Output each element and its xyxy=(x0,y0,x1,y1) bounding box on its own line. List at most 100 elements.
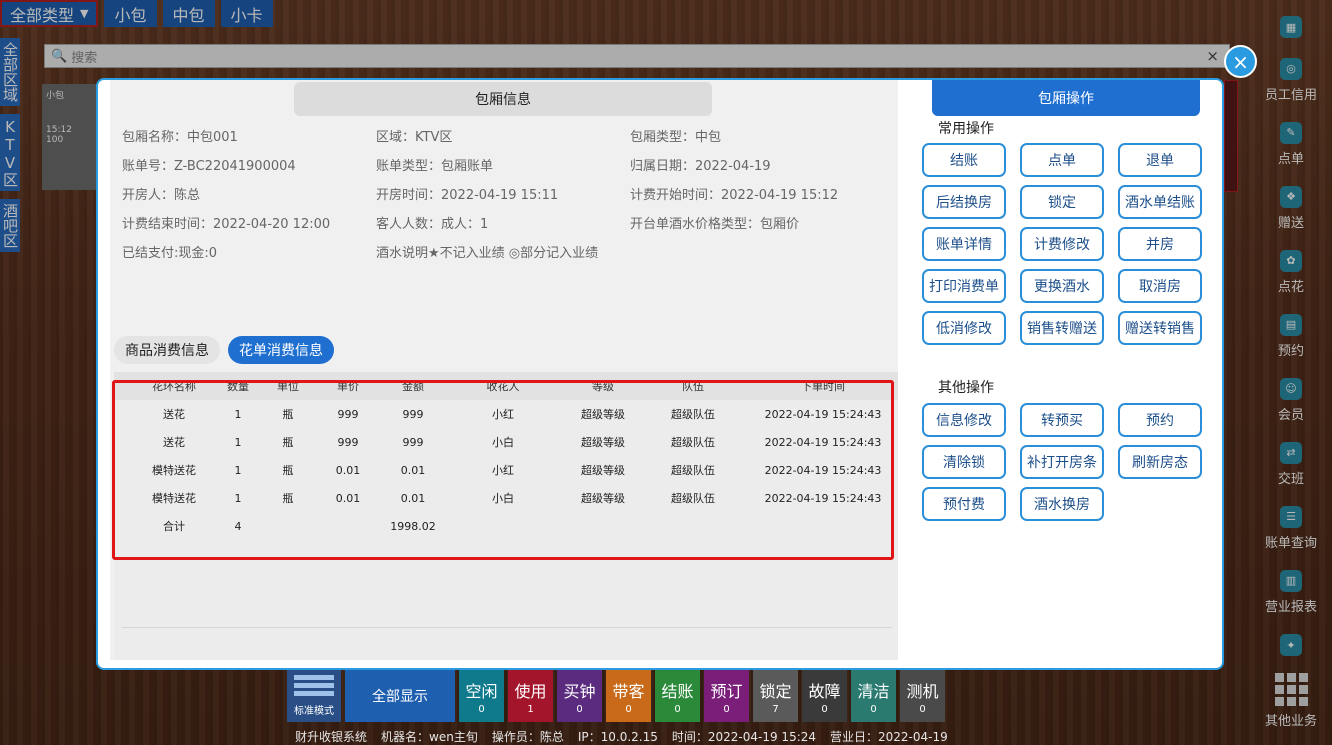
status-count: 0 xyxy=(478,703,485,715)
op-button-other-4[interactable]: 补打开房条 xyxy=(1020,445,1104,479)
room-operations-title: 包厢操作 xyxy=(932,80,1200,116)
table-total-row: 合计 4 1998.02 xyxy=(114,512,898,540)
tab-goods-consumption[interactable]: 商品消费信息 xyxy=(114,336,220,364)
status-filter-button[interactable]: 预订 0 xyxy=(704,670,749,722)
op-button-common-6[interactable]: 账单详情 xyxy=(922,227,1006,261)
room-type-select-label: 全部类型 xyxy=(10,5,75,25)
op-button-common-4[interactable]: 锁定 xyxy=(1020,185,1104,219)
status-filter-button[interactable]: 测机 0 xyxy=(900,670,945,722)
sidebar-item-staff-credit[interactable]: ◎ 员工信用 xyxy=(1250,48,1332,112)
status-buttons: 空闲 0 使用 1 买钟 0 带客 0 结账 0 预订 0 锁定 7 故障 0 清洁 0 测机 0 xyxy=(459,670,945,722)
sidebar-item-gift[interactable]: ❖ 赠送 xyxy=(1250,176,1332,240)
op-button-common-0[interactable]: 结账 xyxy=(922,143,1006,177)
room-card-partial[interactable] xyxy=(1224,80,1238,192)
area-tab-all[interactable]: 全部区域 xyxy=(0,38,20,106)
footer-status: 财升收银系统 机器名：wen主旬 操作员：陈总 IP：10.0.2.15 时间：… xyxy=(295,728,948,745)
op-button-other-7[interactable]: 酒水换房 xyxy=(1020,487,1104,521)
status-label: 预订 xyxy=(710,681,743,701)
status-filter-button[interactable]: 空闲 0 xyxy=(459,670,504,722)
paid-amount: 已结支付:现金:0 xyxy=(122,246,218,261)
search-input[interactable]: 🔍 搜索 × xyxy=(44,44,1230,68)
op-button-common-8[interactable]: 并房 xyxy=(1118,227,1202,261)
table-cell: 瓶 xyxy=(282,492,294,505)
room-card[interactable]: 小包 15:12 100 xyxy=(42,84,98,190)
status-filter-button[interactable]: 清洁 0 xyxy=(851,670,896,722)
status-filter-button[interactable]: 锁定 7 xyxy=(753,670,798,722)
sidebar-item-label: 营业报表 xyxy=(1264,599,1317,615)
table-cell: 超级队伍 xyxy=(671,408,715,421)
status-filter-button[interactable]: 故障 0 xyxy=(802,670,847,722)
room-type-select[interactable]: 全部类型 ▼ xyxy=(0,0,99,27)
tab-flower-consumption[interactable]: 花单消费信息 xyxy=(228,336,334,364)
op-button-other-5[interactable]: 刷新房态 xyxy=(1118,445,1202,479)
room-type-card-button[interactable]: 小卡 xyxy=(220,0,273,27)
status-label: 锁定 xyxy=(759,681,792,701)
op-button-common-7[interactable]: 计费修改 xyxy=(1020,227,1104,261)
op-button-common-11[interactable]: 取消房 xyxy=(1118,269,1202,303)
sidebar-item-other[interactable]: 其他业务 xyxy=(1250,666,1332,736)
op-button-other-6[interactable]: 预付费 xyxy=(922,487,1006,521)
bill-type: 账单类型：包厢账单 xyxy=(376,159,494,174)
op-button-common-1[interactable]: 点单 xyxy=(1020,143,1104,177)
sidebar-item-member[interactable]: ☺ 会员 xyxy=(1250,368,1332,432)
bill-number: 账单号：Z-BC22041900004 xyxy=(122,159,296,174)
total-amount: 1998.02 xyxy=(390,519,436,533)
table-row[interactable]: 送花 1 瓶 999 999 小白 超级等级 超级队伍 2022-04-19 15:24:43 xyxy=(114,428,898,456)
common-operations-label: 常用操作 xyxy=(938,121,994,137)
open-time: 开房时间：2022-04-19 15:11 xyxy=(376,188,559,203)
search-placeholder: 搜索 xyxy=(71,50,98,66)
sidebar-item-shift[interactable]: ⇄ 交班 xyxy=(1250,432,1332,496)
table-cell: 小白 xyxy=(492,436,514,449)
op-button-other-1[interactable]: 转预买 xyxy=(1020,403,1104,437)
table-cell: 2022-04-19 15:24:43 xyxy=(764,463,882,477)
standard-mode-button[interactable]: 标准模式 xyxy=(287,670,341,722)
room-info-panel: 包厢信息 包厢名称：中包001 区域：KTV区 包厢类型：中包 账单号：Z-BC… xyxy=(110,80,898,660)
op-button-common-14[interactable]: 赠送转销售 xyxy=(1118,311,1202,345)
status-filter-button[interactable]: 结账 0 xyxy=(655,670,700,722)
room-type-small-button[interactable]: 小包 xyxy=(104,0,157,27)
credit-icon: ◎ xyxy=(1280,57,1302,80)
area-tab-ktv[interactable]: KTV区 xyxy=(0,114,20,191)
list-icon xyxy=(294,675,334,699)
sidebar-item-flowers[interactable]: ✿ 点花 xyxy=(1250,240,1332,304)
clear-icon[interactable]: × xyxy=(1206,47,1219,65)
status-filter-button[interactable]: 买钟 0 xyxy=(557,670,602,722)
room-type-medium-button[interactable]: 中包 xyxy=(162,0,215,27)
sidebar-item-bill-query[interactable]: ☰ 账单查询 xyxy=(1250,496,1332,560)
mode-label: 标准模式 xyxy=(294,706,334,717)
table-row[interactable]: 模特送花 1 瓶 0.01 0.01 小红 超级等级 超级队伍 2022-04-19 15:24… xyxy=(114,456,898,484)
close-icon: × xyxy=(1232,49,1249,74)
status-label: 空闲 xyxy=(465,681,498,701)
show-all-button[interactable]: 全部显示 xyxy=(345,670,455,722)
room-type-filter-bar: 全部类型 ▼ 小包 中包 小卡 xyxy=(0,0,273,28)
table-cell: 0.01 xyxy=(335,463,361,477)
table-cell: 999 xyxy=(402,435,424,449)
status-filter-button[interactable]: 带客 0 xyxy=(606,670,651,722)
table-row[interactable]: 送花 1 瓶 999 999 小红 超级等级 超级队伍 2022-04-19 15:24:43 xyxy=(114,400,898,428)
op-button-other-3[interactable]: 清除锁 xyxy=(922,445,1006,479)
area-tab-bar[interactable]: 酒吧区 xyxy=(0,199,20,252)
sidebar-item-top[interactable]: ▦ xyxy=(1250,6,1332,48)
status-filter-button[interactable]: 使用 1 xyxy=(508,670,553,722)
table-cell: 999 xyxy=(337,435,359,449)
sidebar-item-reserve[interactable]: ▤ 预约 xyxy=(1250,304,1332,368)
sidebar-item-partial[interactable]: ✦ xyxy=(1250,624,1332,666)
op-button-common-9[interactable]: 打印消费单 xyxy=(922,269,1006,303)
table-cell: 瓶 xyxy=(282,436,294,449)
op-button-common-13[interactable]: 销售转赠送 xyxy=(1020,311,1104,345)
op-button-other-2[interactable]: 预约 xyxy=(1118,403,1202,437)
billing-start-time: 计费开始时间：2022-04-19 15:12 xyxy=(630,188,839,203)
op-button-common-5[interactable]: 酒水单结账 xyxy=(1118,185,1202,219)
op-button-common-10[interactable]: 更换酒水 xyxy=(1020,269,1104,303)
sidebar-item-label: 赠送 xyxy=(1277,215,1304,231)
op-button-common-2[interactable]: 退单 xyxy=(1118,143,1202,177)
op-button-common-3[interactable]: 后结换房 xyxy=(922,185,1006,219)
op-button-common-12[interactable]: 低消修改 xyxy=(922,311,1006,345)
flower-icon: ✿ xyxy=(1280,249,1302,272)
table-cell: 超级等级 xyxy=(581,436,625,449)
table-row[interactable]: 模特送花 1 瓶 0.01 0.01 小白 超级等级 超级队伍 2022-04-19 15:24… xyxy=(114,484,898,512)
close-modal-button[interactable]: × xyxy=(1224,45,1257,78)
sidebar-item-order[interactable]: ✎ 点单 xyxy=(1250,112,1332,176)
sidebar-item-report[interactable]: ▥ 营业报表 xyxy=(1250,560,1332,624)
op-button-other-0[interactable]: 信息修改 xyxy=(922,403,1006,437)
